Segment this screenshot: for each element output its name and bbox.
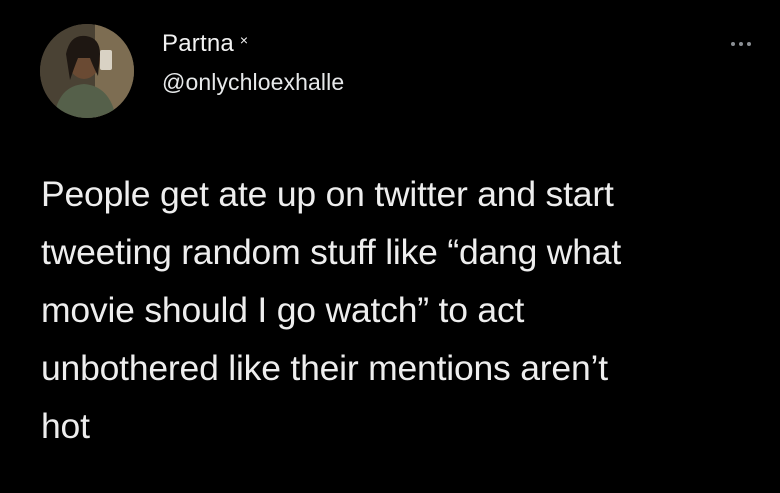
tweet-card: Partna × @onlychloexhalle People get ate… (0, 0, 780, 493)
author-display-name[interactable]: Partna (162, 30, 234, 58)
more-options-button[interactable] (724, 34, 758, 54)
name-cross-emoji: × (239, 32, 249, 48)
tweet-text: People get ate up on twitter and start t… (41, 165, 761, 455)
author-handle[interactable]: @onlychloexhalle (162, 69, 344, 96)
tweet-text-line: People get ate up on twitter and start (41, 174, 614, 214)
more-dot (747, 42, 751, 46)
more-dot (739, 42, 743, 46)
author-name-row: Partna × (162, 30, 248, 58)
tweet-text-line: unbothered like their mentions aren’t (41, 348, 608, 388)
author-avatar[interactable] (40, 24, 134, 118)
tweet-text-line: movie should I go watch” to act (41, 290, 525, 330)
more-horizontal-icon (731, 42, 735, 46)
avatar-photo-icon (40, 24, 134, 118)
tweet-text-line: tweeting random stuff like “dang what (41, 232, 621, 272)
tweet-text-line: hot (41, 406, 90, 446)
